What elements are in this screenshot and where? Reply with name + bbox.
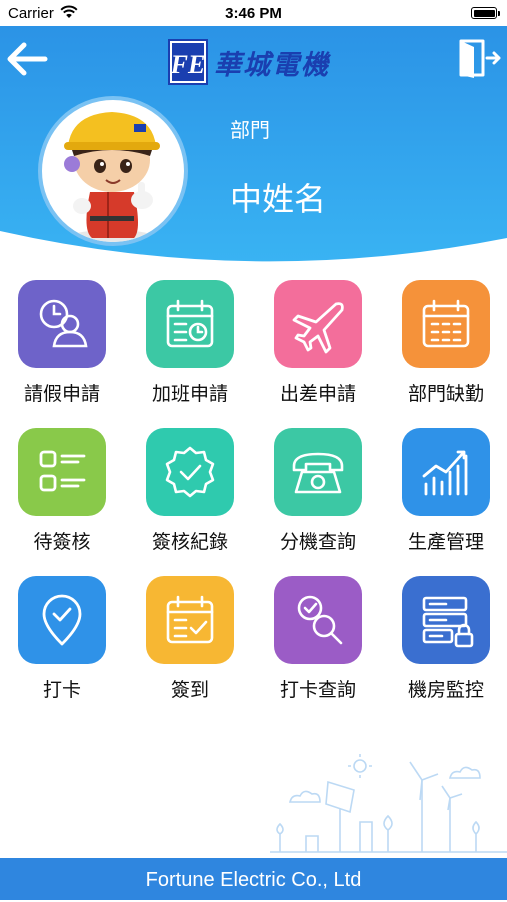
location-check-icon — [18, 576, 106, 664]
menu-item-label: 待簽核 — [33, 531, 91, 553]
user-name: 中姓名 — [230, 180, 327, 218]
menu-item-extension-lookup[interactable]: 分機查詢 — [268, 428, 368, 568]
server-lock-icon — [402, 576, 490, 664]
status-bar: Carrier 3:46 PM — [0, 0, 507, 26]
menu-item-label: 加班申請 — [151, 383, 228, 405]
menu-item-overtime-request[interactable]: 加班申請 — [140, 280, 240, 420]
menu-item-sign-in[interactable]: 簽到 — [140, 576, 240, 716]
menu-item-label: 打卡查詢 — [279, 679, 356, 701]
fe-logo-icon: FE — [168, 39, 208, 85]
status-time: 3:46 PM — [225, 5, 282, 22]
airplane-icon — [274, 280, 362, 368]
svg-text:FE: FE — [170, 50, 206, 79]
menu-item-server-room-monitor[interactable]: 機房監控 — [396, 576, 496, 716]
menu-item-business-trip[interactable]: 出差申請 — [268, 280, 368, 420]
menu-item-label: 出差申請 — [279, 383, 356, 405]
menu-item-label: 分機查詢 — [279, 531, 356, 553]
department-label: 部門 — [230, 118, 270, 142]
menu-item-clock-in[interactable]: 打卡 — [12, 576, 112, 716]
menu-item-leave-request[interactable]: 請假申請 — [12, 280, 112, 420]
clock-user-icon — [18, 280, 106, 368]
menu-item-approval-records[interactable]: 簽核紀錄 — [140, 428, 240, 568]
menu-item-label: 部門缺勤 — [407, 383, 484, 405]
search-check-icon — [274, 576, 362, 664]
menu-item-label: 打卡 — [42, 679, 81, 701]
menu-item-department-absence[interactable]: 部門缺勤 — [396, 280, 496, 420]
menu-item-label: 生產管理 — [407, 531, 484, 553]
menu-item-production-management[interactable]: 生產管理 — [396, 428, 496, 568]
footer-bar: Fortune Electric Co., Ltd — [0, 858, 507, 900]
worker-mascot-icon — [64, 112, 160, 242]
company-logo: FE 華城電機 — [168, 38, 330, 86]
back-arrow-icon[interactable] — [6, 42, 48, 76]
badge-check-icon — [146, 428, 234, 516]
company-name: 華城電機 — [214, 49, 330, 81]
calendar-check-icon — [146, 576, 234, 664]
avatar[interactable] — [38, 96, 188, 246]
menu-item-label: 請假申請 — [23, 383, 100, 405]
menu-item-label: 簽核紀錄 — [151, 531, 228, 553]
profile-header: FE 華城電機 部門 中姓名 — [0, 26, 507, 270]
menu-item-clock-in-query[interactable]: 打卡查詢 — [268, 576, 368, 716]
logout-door-icon[interactable] — [457, 38, 501, 78]
menu-item-label: 機房監控 — [407, 679, 484, 701]
telephone-icon — [274, 428, 362, 516]
calendar-clock-icon — [146, 280, 234, 368]
bar-chart-icon — [402, 428, 490, 516]
menu-item-pending-approval[interactable]: 待簽核 — [12, 428, 112, 568]
energy-landscape-illustration — [270, 754, 507, 853]
company-footer-text: Fortune Electric Co., Ltd — [145, 869, 362, 891]
checklist-icon — [18, 428, 106, 516]
battery-icon — [471, 7, 500, 19]
menu-item-label: 簽到 — [170, 679, 209, 701]
calendar-grid-icon — [402, 280, 490, 368]
